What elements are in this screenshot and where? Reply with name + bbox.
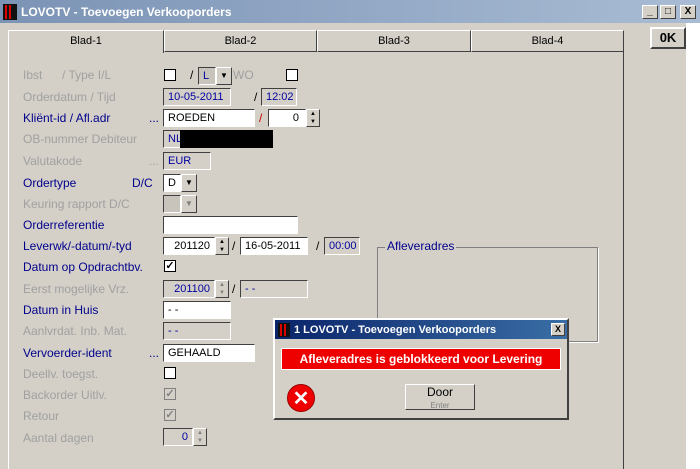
retour-checkbox: ✓ [164,409,176,421]
vervoerder-label: Vervoerder-ident [23,346,112,360]
tab-blad-3[interactable]: Blad-3 [317,30,471,52]
dialog-title: 1 LOVOTV - Toevoegen Verkooporders [294,323,497,336]
type-select[interactable]: L [198,67,216,85]
dc-label: D/C [132,176,153,190]
ibst-label: Ibst [23,68,43,82]
aanlvrdat-label: Aanlvrdat. Inb. Mat. [23,324,128,338]
ordertype-select[interactable]: D [163,174,181,192]
orderref-label: Orderreferentie [23,218,105,232]
aantal-label: Aantal dagen [23,431,94,445]
levertijd-slash: / [316,239,320,253]
eerst-label: Eerst mogelijke Vrz. [23,282,130,296]
levertijd-field: 00:00 [324,237,360,255]
vervoerder-lookup-dots[interactable]: ... [149,346,159,360]
leverwk-stepper[interactable]: ▲ ▼ [215,237,229,255]
valuta-label: Valutakode [23,154,83,168]
ordertype-label: Ordertype [23,176,77,190]
aanlvrdat-field: - - [163,322,231,340]
ob-label: OB-nummer Debiteur [23,132,138,146]
datum-huis-label: Datum in Huis [23,303,99,317]
orderdatum-slash: / [254,90,258,104]
aantal-field: 0 [163,428,193,446]
maximize-button[interactable]: □ [660,4,676,19]
ok-button[interactable]: 0K [650,27,686,49]
valuta-field: EUR [163,152,211,170]
type-label: / Type I/L [62,68,112,82]
error-dialog: 1 LOVOTV - Toevoegen Verkooporders X Afl… [273,318,569,420]
wo-label: WO [233,68,254,82]
eerst-stepper: ▲ ▼ [215,280,229,298]
afl-adr-stepper[interactable]: ▲ ▼ [306,109,320,127]
door-button[interactable]: Door Enter [405,384,475,410]
leverwk-label: Leverwk/-datum/-tyd [23,239,132,253]
klient-input[interactable]: ROEDEN [163,109,255,127]
retour-label: Retour [23,409,60,423]
tab-blad-4[interactable]: Blad-4 [471,30,624,52]
type-separator: / [190,68,194,82]
ordertype-dropdown-arrow-icon[interactable]: ▼ [181,174,197,192]
app-icon [3,3,17,20]
afl-adr-input[interactable]: 0 [268,109,306,127]
vervoerder-input[interactable]: GEHAALD [163,344,255,362]
deellv-checkbox[interactable] [164,367,176,379]
backorder-checkbox: ✓ [164,388,176,400]
datum-opdracht-label: Datum op Opdrachtbv. [23,260,143,274]
tab-bar: Blad-1 Blad-2 Blad-3 Blad-4 [8,30,624,53]
klient-lookup-dots[interactable]: ... [149,111,159,125]
ordertijd-field: 12:02 [261,88,297,106]
aantal-stepper: ▲ ▼ [193,428,207,446]
eerst-week-field: 201100 [163,280,215,298]
dialog-close-button[interactable]: X [551,323,565,336]
window-titlebar: LOVOTV - Toevoegen Verkooporders _ □ X [0,0,700,23]
dialog-titlebar: 1 LOVOTV - Toevoegen Verkooporders X [275,320,567,339]
type-dropdown-arrow-icon[interactable]: ▼ [216,67,232,85]
leverwk-input[interactable]: 201120 [163,237,215,255]
eerst-slash: / [232,282,236,296]
minimize-button[interactable]: _ [642,4,658,19]
keuring-dropdown-arrow-icon: ▼ [181,195,197,213]
orderdatum-field: 10-05-2011 [163,88,231,106]
door-button-shortcut: Enter [430,401,450,410]
deellv-label: Deellv. toegst. [23,367,99,381]
backorder-label: Backorder Uitlv. [23,388,107,402]
tab-blad-2[interactable]: Blad-2 [164,30,317,52]
keuring-select [163,195,181,213]
door-button-label: Door [426,385,453,399]
afleveradres-label: Afleveradres [385,239,457,253]
leverwk-slash: / [232,239,236,253]
dialog-app-icon [278,322,290,337]
leverdatum-input[interactable]: 16-05-2011 [240,237,308,255]
orderref-input[interactable] [163,216,298,234]
klient-slash: / [259,111,263,125]
wo-checkbox[interactable] [286,69,298,81]
ibst-checkbox[interactable] [164,69,176,81]
error-icon: ✕ [287,384,315,412]
eerst-date-field: - - [240,280,308,298]
redacted-block [180,130,273,148]
datum-opdracht-checkbox[interactable]: ✓ [164,260,176,272]
keuring-label: Keuring rapport D/C [23,197,130,211]
orderdatum-label: Orderdatum / Tijd [23,90,116,104]
error-message: Afleveradres is geblokkeerd voor Leverin… [281,348,561,370]
valuta-lookup-dots: ... [149,154,160,168]
window-title: LOVOTV - Toevoegen Verkooporders [21,4,232,19]
close-button[interactable]: X [680,4,696,19]
klient-label: Kliënt-id / Afl.adr [23,111,111,125]
datum-huis-input[interactable]: - - [163,301,231,319]
tab-blad-1[interactable]: Blad-1 [8,30,164,53]
background-window-strip [686,23,700,469]
